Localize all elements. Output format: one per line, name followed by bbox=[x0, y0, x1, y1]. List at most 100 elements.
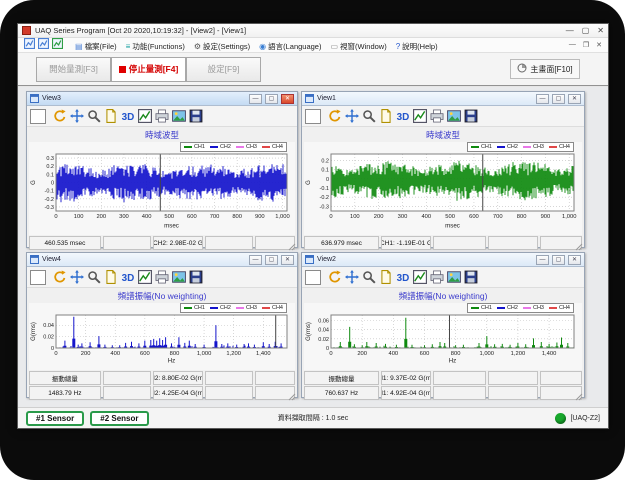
view-maximize-button[interactable]: ▢ bbox=[265, 94, 278, 104]
svg-text:1,200: 1,200 bbox=[226, 351, 241, 357]
main-screen-button[interactable]: 主畫面[F10] bbox=[510, 59, 580, 79]
resize-grip-icon[interactable] bbox=[575, 388, 583, 396]
pointer-tool-button[interactable] bbox=[30, 270, 46, 285]
image-icon[interactable] bbox=[172, 109, 186, 123]
threed-icon[interactable]: 3D bbox=[396, 270, 410, 284]
image-icon[interactable] bbox=[447, 109, 461, 123]
pan-icon[interactable] bbox=[70, 109, 84, 123]
start-measure-button[interactable]: 開始量測[F3] bbox=[36, 57, 111, 82]
stop-measure-button[interactable]: 停止量測[F4] bbox=[111, 57, 186, 82]
print-icon[interactable] bbox=[430, 270, 444, 284]
print-icon[interactable] bbox=[430, 109, 444, 123]
pointer-tool-button[interactable] bbox=[305, 270, 321, 285]
view-titlebar[interactable]: View3—▢✕ bbox=[27, 92, 297, 106]
pointer-tool-button[interactable] bbox=[30, 109, 46, 124]
view-minimize-button[interactable]: — bbox=[249, 255, 262, 265]
zoom-icon[interactable] bbox=[87, 270, 101, 284]
status-cell bbox=[540, 371, 582, 385]
menu-item-label: 檔案(File) bbox=[85, 41, 117, 52]
menu-item-label: 功能(Functions) bbox=[132, 41, 185, 52]
chart-legend: CH1CH2CH3CH4 bbox=[180, 303, 287, 313]
menu-item-window[interactable]: ▭視窗(Window) bbox=[330, 41, 386, 52]
clock-icon bbox=[517, 63, 527, 75]
sensor-tab-2[interactable]: #2 Sensor bbox=[90, 411, 148, 426]
svg-text:G: G bbox=[306, 180, 312, 185]
page-icon[interactable] bbox=[379, 270, 393, 284]
zoom-icon[interactable] bbox=[87, 109, 101, 123]
minimize-button[interactable]: — bbox=[566, 26, 574, 36]
new-view-quick-icon[interactable] bbox=[52, 36, 63, 47]
save-icon[interactable] bbox=[464, 270, 478, 284]
page-icon[interactable] bbox=[379, 109, 393, 123]
view-toolbar: 3D bbox=[302, 267, 584, 288]
sensor-tab-1[interactable]: #1 Sensor bbox=[26, 411, 84, 426]
svg-text:0: 0 bbox=[54, 351, 57, 357]
chart-icon[interactable] bbox=[138, 109, 152, 123]
pan-icon[interactable] bbox=[345, 109, 359, 123]
image-icon[interactable] bbox=[447, 270, 461, 284]
image-icon[interactable] bbox=[172, 270, 186, 284]
refresh-icon[interactable] bbox=[328, 270, 342, 284]
menu-item-settings-gear[interactable]: ⚙設定(Settings) bbox=[194, 41, 250, 52]
child-restore-button[interactable]: ❐ bbox=[583, 41, 589, 49]
view-title: View3 bbox=[42, 95, 246, 102]
svg-text:0.2: 0.2 bbox=[321, 158, 329, 164]
view-maximize-button[interactable]: ▢ bbox=[552, 255, 565, 265]
menu-item-help[interactable]: ?說明(Help) bbox=[396, 41, 438, 52]
status-cell bbox=[433, 236, 486, 250]
settings-button[interactable]: 設定[F9] bbox=[186, 57, 261, 82]
chart-icon[interactable] bbox=[138, 270, 152, 284]
view-titlebar[interactable]: View1—▢✕ bbox=[302, 92, 584, 106]
zoom-icon[interactable] bbox=[362, 109, 376, 123]
pan-icon[interactable] bbox=[345, 270, 359, 284]
save-icon[interactable] bbox=[189, 109, 203, 123]
maximize-button[interactable]: ▢ bbox=[582, 26, 590, 36]
spectrum-window-quick-icon[interactable] bbox=[38, 36, 49, 47]
svg-text:-0.1: -0.1 bbox=[45, 189, 54, 195]
pointer-tool-button[interactable] bbox=[305, 109, 321, 124]
refresh-icon[interactable] bbox=[328, 109, 342, 123]
view-close-button[interactable]: ✕ bbox=[568, 94, 581, 104]
svg-text:600: 600 bbox=[187, 214, 197, 220]
chart-title: 頻譜振幅(No weighting) bbox=[302, 288, 584, 303]
view-minimize-button[interactable]: — bbox=[249, 94, 262, 104]
child-close-button[interactable]: ✕ bbox=[596, 41, 602, 49]
refresh-icon[interactable] bbox=[53, 270, 67, 284]
page-icon[interactable] bbox=[104, 109, 118, 123]
print-icon[interactable] bbox=[155, 109, 169, 123]
child-minimize-button[interactable]: — bbox=[569, 41, 576, 49]
chart-icon[interactable] bbox=[413, 270, 427, 284]
view-maximize-button[interactable]: ▢ bbox=[552, 94, 565, 104]
resize-grip-icon[interactable] bbox=[575, 238, 583, 246]
waveform-window-quick-icon[interactable] bbox=[24, 36, 35, 47]
resize-grip-icon[interactable] bbox=[288, 388, 296, 396]
view-close-button[interactable]: ✕ bbox=[281, 255, 294, 265]
view-minimize-button[interactable]: — bbox=[536, 255, 549, 265]
view-close-button[interactable]: ✕ bbox=[281, 94, 294, 104]
chart-icon[interactable] bbox=[413, 109, 427, 123]
close-button[interactable]: ✕ bbox=[597, 26, 604, 36]
zoom-icon[interactable] bbox=[362, 270, 376, 284]
menu-item-file[interactable]: ▤檔案(File) bbox=[75, 41, 117, 52]
view-close-button[interactable]: ✕ bbox=[568, 255, 581, 265]
refresh-icon[interactable] bbox=[53, 109, 67, 123]
legend-dash-icon bbox=[262, 146, 270, 148]
view-minimize-button[interactable]: — bbox=[536, 94, 549, 104]
view-maximize-button[interactable]: ▢ bbox=[265, 255, 278, 265]
device-label: [UAQ-Z2] bbox=[570, 415, 600, 422]
view-titlebar[interactable]: View2—▢✕ bbox=[302, 253, 584, 267]
save-icon[interactable] bbox=[189, 270, 203, 284]
save-icon[interactable] bbox=[464, 109, 478, 123]
view-titlebar[interactable]: View4—▢✕ bbox=[27, 253, 297, 267]
resize-grip-icon[interactable] bbox=[288, 238, 296, 246]
page-icon[interactable] bbox=[104, 270, 118, 284]
menu-item-language-globe[interactable]: ◉語言(Language) bbox=[259, 41, 321, 52]
print-icon[interactable] bbox=[155, 270, 169, 284]
chart-region: CH1CH2CH3CH40100200300400500600700800900… bbox=[29, 142, 295, 235]
legend-dash-icon bbox=[549, 146, 557, 148]
threed-icon[interactable]: 3D bbox=[121, 109, 135, 123]
threed-icon[interactable]: 3D bbox=[396, 109, 410, 123]
threed-icon[interactable]: 3D bbox=[121, 270, 135, 284]
pan-icon[interactable] bbox=[70, 270, 84, 284]
menu-item-functions[interactable]: ≡功能(Functions) bbox=[126, 41, 185, 52]
